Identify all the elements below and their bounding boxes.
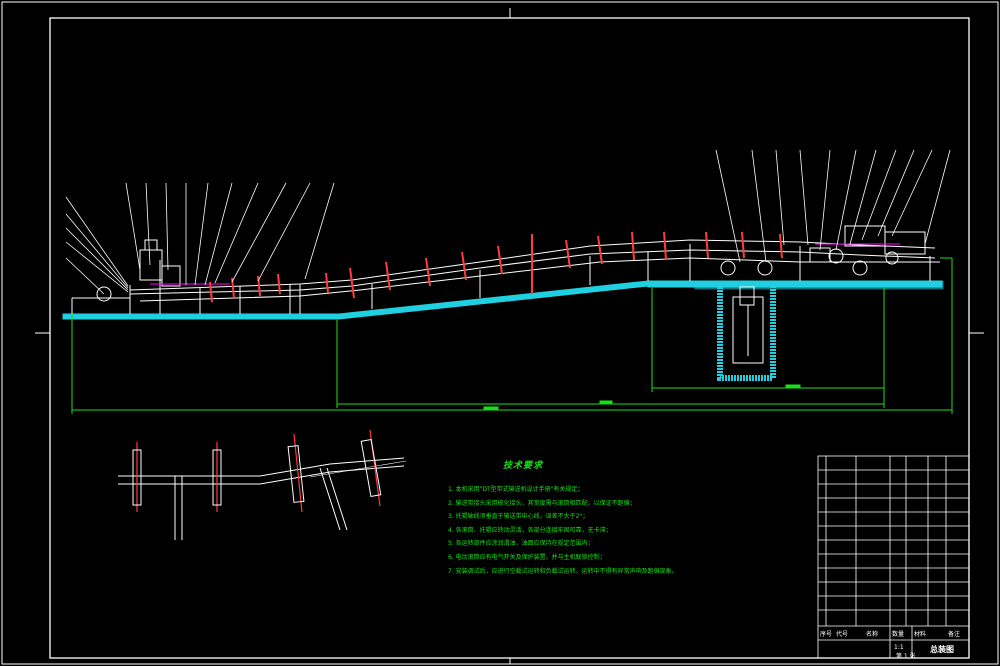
- note-item-1: 1. 本机采用"DT型带式输送机设计手册"有关规定；: [448, 486, 584, 493]
- tb-scale: 1:1: [894, 644, 904, 651]
- tb-drawing-name: 总装图: [930, 645, 954, 654]
- note-item-2: 2. 输送带接头采用硫化接头，其宽度需与滚筒相匹配，以保证不跑偏；: [448, 499, 636, 507]
- title-block: [817, 455, 970, 659]
- tb-header-qty: 数量: [892, 631, 905, 638]
- tb-header-material: 材料: [914, 631, 927, 638]
- tb-header-remark: 备注: [948, 631, 961, 638]
- detail-view: [118, 429, 407, 540]
- note-item-6: 6. 电动滚筒应有电气开关及保护装置，并与主机联锁控制；: [448, 553, 606, 561]
- tb-header-name: 名称: [866, 631, 879, 638]
- head-drive-unit: [720, 225, 926, 276]
- foundation-pit: [694, 280, 944, 381]
- tb-header-index: 序号: [820, 631, 833, 638]
- technical-notes: 技术要求 1. 本机采用"DT型带式输送机设计手册"有关规定； 2. 输送带接头…: [448, 458, 698, 578]
- idler-rollers: [209, 231, 783, 303]
- note-item-4: 4. 各滚筒、托辊应转动灵活，各部分连接牢固可靠，无卡滞；: [448, 526, 612, 534]
- note-item-3: 3. 托辊轴线须垂直于输送带中心线，误差不大于2°；: [448, 513, 589, 521]
- note-item-7: 7. 安装调试后，应进行空载试运转和负载试运转，运转中不得有异常声响及跑偏现象。: [448, 567, 678, 575]
- note-item-5: 5. 各运转部件应涂润滑油，油面应保持在规定范围内；: [448, 540, 594, 548]
- technical-notes-title: 技术要求: [503, 461, 544, 471]
- tb-sheet: 第 1 张: [896, 653, 916, 660]
- tb-header-code: 代号: [836, 631, 849, 638]
